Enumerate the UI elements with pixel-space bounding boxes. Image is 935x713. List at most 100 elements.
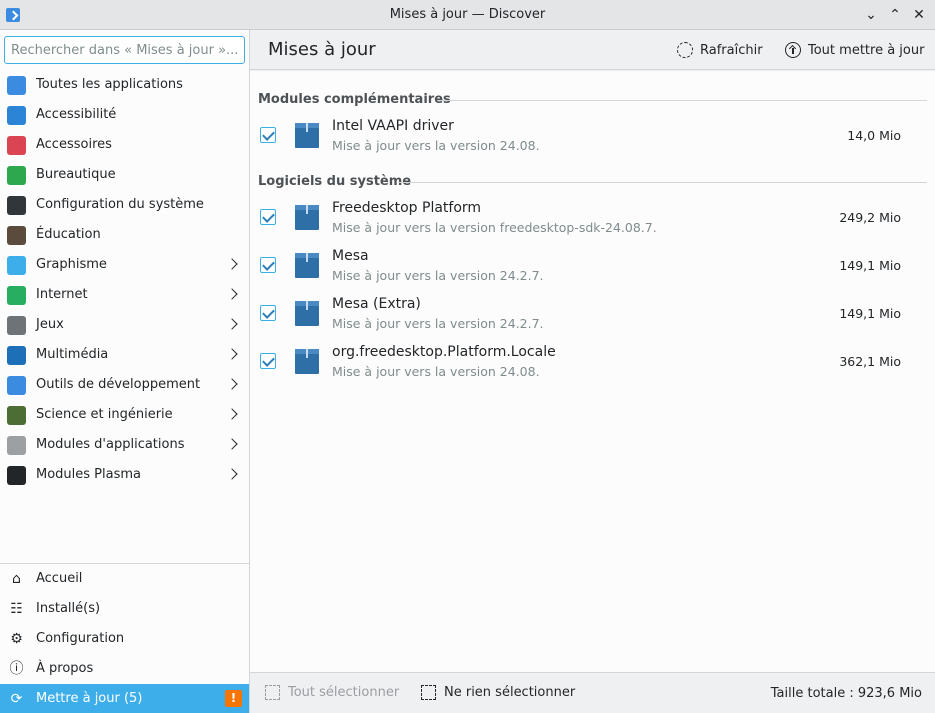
sidebar-item-9[interactable]: Multimédia [0,340,249,370]
select-none-button[interactable]: Ne rien sélectionner [421,685,575,700]
sidebar-item-label: Toutes les applications [36,77,183,92]
nav-item-label: Mettre à jour (5) [36,691,143,706]
update-row[interactable]: Mesa Mise à jour vers la version 24.2.7. 1… [250,248,935,292]
refresh-label: Rafraîchir [700,42,763,58]
nav-item-label: Installé(s) [36,601,101,616]
chevron-right-icon [226,468,238,480]
accessibility-icon [7,106,26,125]
minimize-icon[interactable]: ⌄ [862,6,880,24]
maximize-icon[interactable]: ⌃ [886,6,904,24]
package-size: 149,1 Mio [839,306,901,321]
select-none-label: Ne rien sélectionner [444,685,576,700]
update-all-button[interactable]: Tout mettre à jour [785,38,924,62]
gamepad-icon [7,316,26,335]
nav-item-label: À propos [36,661,94,676]
settings-sliders-icon: ⚙ [10,631,23,647]
package-icon [295,253,319,278]
chevron-right-icon [226,288,238,300]
sidebar-item-5[interactable]: Éducation [0,220,249,250]
sidebar-item-10[interactable]: Outils de développement [0,370,249,400]
package-icon [295,349,319,374]
search-input[interactable] [4,36,245,64]
sidebar-item-label: Jeux [36,317,64,332]
office-icon [7,166,26,185]
sidebar-item-label: Outils de développement [36,377,201,392]
globe-icon [7,286,26,305]
close-icon[interactable]: ✕ [910,6,928,24]
nav-item-3[interactable]: ⓘ À propos [0,654,249,684]
update-checkbox[interactable] [260,209,276,225]
sidebar-item-label: Modules d'applications [36,437,185,452]
sidebar-item-7[interactable]: Internet [0,280,249,310]
update-checkbox[interactable] [260,127,276,143]
package-icon [295,301,319,326]
package-name: Freedesktop Platform [332,200,482,216]
package-size: 249,2 Mio [839,210,901,225]
home-icon: ⌂ [12,571,21,587]
package-size: 362,1 Mio [839,354,901,369]
sidebar-item-13[interactable]: Modules Plasma [0,460,249,490]
update-checkbox[interactable] [260,257,276,273]
package-name: Mesa [332,248,369,264]
warning-badge: ! [225,690,242,707]
sidebar-item-6[interactable]: Graphisme [0,250,249,280]
hammer-icon [7,376,26,395]
package-icon [295,205,319,230]
nav-item-label: Accueil [36,571,83,586]
nav-item-2[interactable]: ⚙ Configuration [0,624,249,654]
installed-list-icon: ☷ [10,601,23,617]
sidebar-item-8[interactable]: Jeux [0,310,249,340]
sidebar-item-0[interactable]: Toutes les applications [0,70,249,100]
sidebar-item-label: Internet [36,287,88,302]
grid-icon [7,76,26,95]
section-divider [398,182,927,183]
refresh-button[interactable]: Rafraîchir [677,38,763,62]
monitor-icon [7,346,26,365]
blackboard-icon [7,226,26,245]
flask-icon [7,406,26,425]
sidebar-item-3[interactable]: Bureautique [0,160,249,190]
sidebar-item-label: Science et ingénierie [36,407,173,422]
sidebar-item-label: Configuration du système [36,197,204,212]
update-row[interactable]: Intel VAAPI driver Mise à jour vers la ve… [250,118,935,162]
update-checkbox[interactable] [260,353,276,369]
select-all-button[interactable]: Tout sélectionner [265,685,399,700]
package-name: Intel VAAPI driver [332,118,454,134]
update-row[interactable]: Mesa (Extra) Mise à jour vers la version … [250,296,935,340]
sidebar-item-1[interactable]: Accessibilité [0,100,249,130]
package-version: Mise à jour vers la version 24.08. [332,138,540,153]
window-title: Mises à jour — Discover [389,7,546,22]
upload-icon [785,42,801,58]
update-row[interactable]: Freedesktop Platform Mise à jour vers la … [250,200,935,244]
package-size: 149,1 Mio [839,258,901,273]
nav-item-1[interactable]: ☷ Installé(s) [0,594,249,624]
total-size: Taille totale : 923,6 Mio [770,686,922,701]
nav-item-4[interactable]: ⟳ Mettre à jour (5)! [0,684,249,713]
chevron-right-icon [226,408,238,420]
sidebar-item-2[interactable]: Accessoires [0,130,249,160]
page-title: Mises à jour [268,39,376,60]
window-titlebar: Mises à jour — Discover ⌄ ⌃ ✕ [0,0,935,30]
toolbox-icon [7,136,26,155]
system-settings-icon [7,196,26,215]
section-heading: Logiciels du système [258,174,412,189]
update-row[interactable]: org.freedesktop.Platform.Locale Mise à jo… [250,344,935,388]
sidebar-item-12[interactable]: Modules d'applications [0,430,249,460]
sidebar-item-4[interactable]: Configuration du système [0,190,249,220]
chevron-right-icon [226,438,238,450]
section-heading: Modules complémentaires [258,92,451,107]
update-checkbox[interactable] [260,305,276,321]
chevron-right-icon [226,318,238,330]
sidebar-item-label: Accessibilité [36,107,117,122]
package-name: org.freedesktop.Platform.Locale [332,344,556,360]
package-version: Mise à jour vers la version freedesktop-… [332,220,657,235]
plasma-icon [7,466,26,485]
package-version: Mise à jour vers la version 24.2.7. [332,268,544,283]
sidebar-item-label: Éducation [36,227,101,242]
sidebar-item-11[interactable]: Science et ingénierie [0,400,249,430]
sidebar-item-label: Accessoires [36,137,112,152]
chevron-right-icon [226,378,238,390]
sidebar-item-label: Modules Plasma [36,467,141,482]
sidebar-item-label: Graphisme [36,257,107,272]
nav-item-0[interactable]: ⌂ Accueil [0,564,249,594]
